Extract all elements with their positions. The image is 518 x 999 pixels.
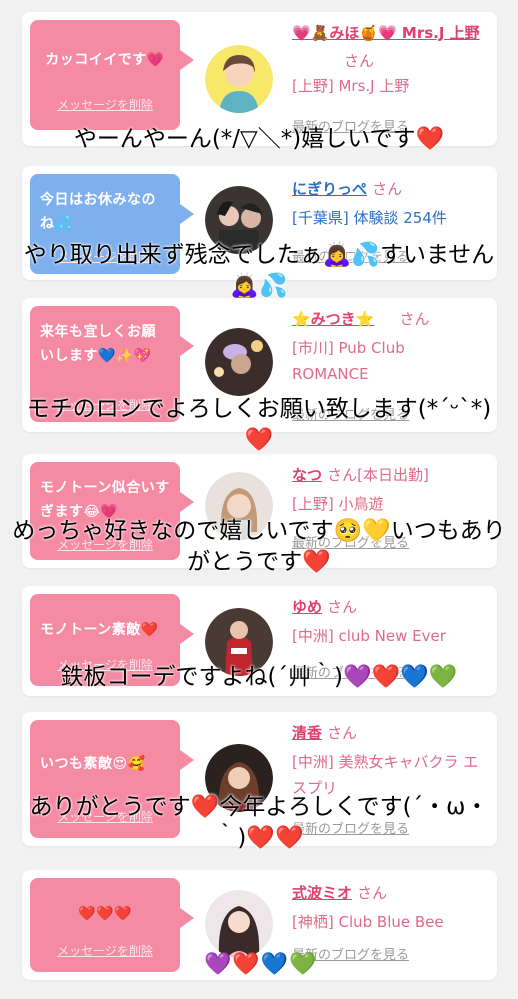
host-suffix: さん — [327, 598, 358, 616]
host-name-link[interactable]: なつ — [292, 466, 322, 484]
host-info: にぎりっぺ さん [千葉県] 体験談 254件 — [292, 178, 487, 231]
host-name-line: 清香 さん — [292, 722, 487, 743]
message-text: ❤️❤️❤️ — [78, 906, 132, 922]
avatar[interactable] — [205, 328, 273, 396]
caption-overlay: ありがとうです❤️今年よろしくです(´・ω・｀)❤️❤️ — [29, 794, 489, 851]
caption-overlay: 鉄板コーデですよね(´艸｀)💜❤️💙💚 — [60, 664, 458, 690]
shop-name: [上野] 小鳥遊 — [292, 495, 384, 513]
host-info: 💗🧸みほ🍯💗 Mrs.J 上野 さん [上野] Mrs.J 上野 — [292, 22, 487, 99]
host-info: 清香 さん [中洲] 美熟女キャバクラ エスプリ — [292, 722, 487, 801]
shop-name: [上野] Mrs.J 上野 — [292, 77, 410, 95]
host-info: 式波ミオ さん [神栖] Club Blue Bee — [292, 882, 487, 935]
caption-overlay: めっちゃ好きなので嬉しいです🥺💛いつもありがとうです❤️ — [12, 518, 506, 575]
host-info: ゆめ さん [中洲] club New Ever — [292, 596, 487, 649]
message-text: モノトーン素敵❤️ — [40, 622, 159, 638]
message-bubble: ❤️❤️❤️ メッセージを削除 — [30, 878, 194, 972]
shop-name: [市川] Pub Club ROMANCE — [292, 339, 405, 383]
shop-name: [千葉県] 体験談 254件 — [292, 209, 447, 227]
host-name-line: 💗🧸みほ🍯💗 Mrs.J 上野 — [292, 22, 487, 43]
caption-overlay: モチのロンでよろしくお願い致します(*ˊᵕˋ*)❤️ — [26, 396, 492, 453]
message-text: 今日はお休みなのね💦 — [40, 192, 156, 232]
avatar[interactable] — [205, 890, 273, 958]
host-name-link[interactable]: ゆめ — [292, 598, 322, 616]
host-suffix: さん[本日出勤] — [327, 466, 429, 484]
caption-overlay: 💜❤️💙💚 — [204, 952, 318, 977]
shop-name: [神栖] Club Blue Bee — [292, 913, 444, 931]
host-name-link[interactable]: にぎりっぺ — [292, 180, 367, 198]
host-info: ⭐️みつき⭐️ さん [市川] Pub Club ROMANCE — [292, 308, 487, 387]
avatar[interactable] — [205, 45, 273, 113]
caption-overlay: やーんやーん(*/▽＼*)嬉しいです❤️ — [73, 126, 445, 152]
host-name-line: にぎりっぺ さん — [292, 178, 487, 199]
delete-message-link[interactable]: メッセージを削除 — [30, 942, 180, 959]
host-name-line: ゆめ さん — [292, 596, 487, 617]
message-text: 来年も宜しくお願いします💙✨💖 — [40, 324, 156, 364]
delete-message-link[interactable]: メッセージを削除 — [30, 96, 180, 113]
caption-overlay: やり取り出来ず残念でしたぁ🙇‍♀️💦すいません🙇‍♀️💦 — [23, 242, 495, 299]
host-info: なつ さん[本日出勤] [上野] 小鳥遊 — [292, 464, 487, 517]
host-name-link[interactable]: 清香 — [292, 724, 322, 742]
shop-name: [中洲] club New Ever — [292, 627, 446, 645]
host-name-link[interactable]: ⭐️みつき⭐️ — [292, 310, 374, 328]
message-text: いつも素敵😍🥰 — [40, 756, 146, 772]
host-name-line: 式波ミオ さん — [292, 882, 487, 903]
host-name-line: なつ さん[本日出勤] — [292, 464, 487, 485]
host-suffix: さん — [344, 52, 375, 70]
host-suffix: さん — [399, 310, 430, 328]
message-bubble: カッコイイです💗 メッセージを削除 — [30, 20, 194, 130]
host-name-link[interactable]: 💗🧸みほ🍯💗 Mrs.J 上野 — [292, 24, 480, 42]
host-suffix: さん — [357, 884, 388, 902]
host-name-line: ⭐️みつき⭐️ さん — [292, 308, 487, 329]
host-suffix: さん — [327, 724, 358, 742]
message-text: カッコイイです💗 — [45, 52, 165, 68]
host-name-link[interactable]: 式波ミオ — [292, 884, 352, 902]
host-suffix: さん — [372, 180, 403, 198]
